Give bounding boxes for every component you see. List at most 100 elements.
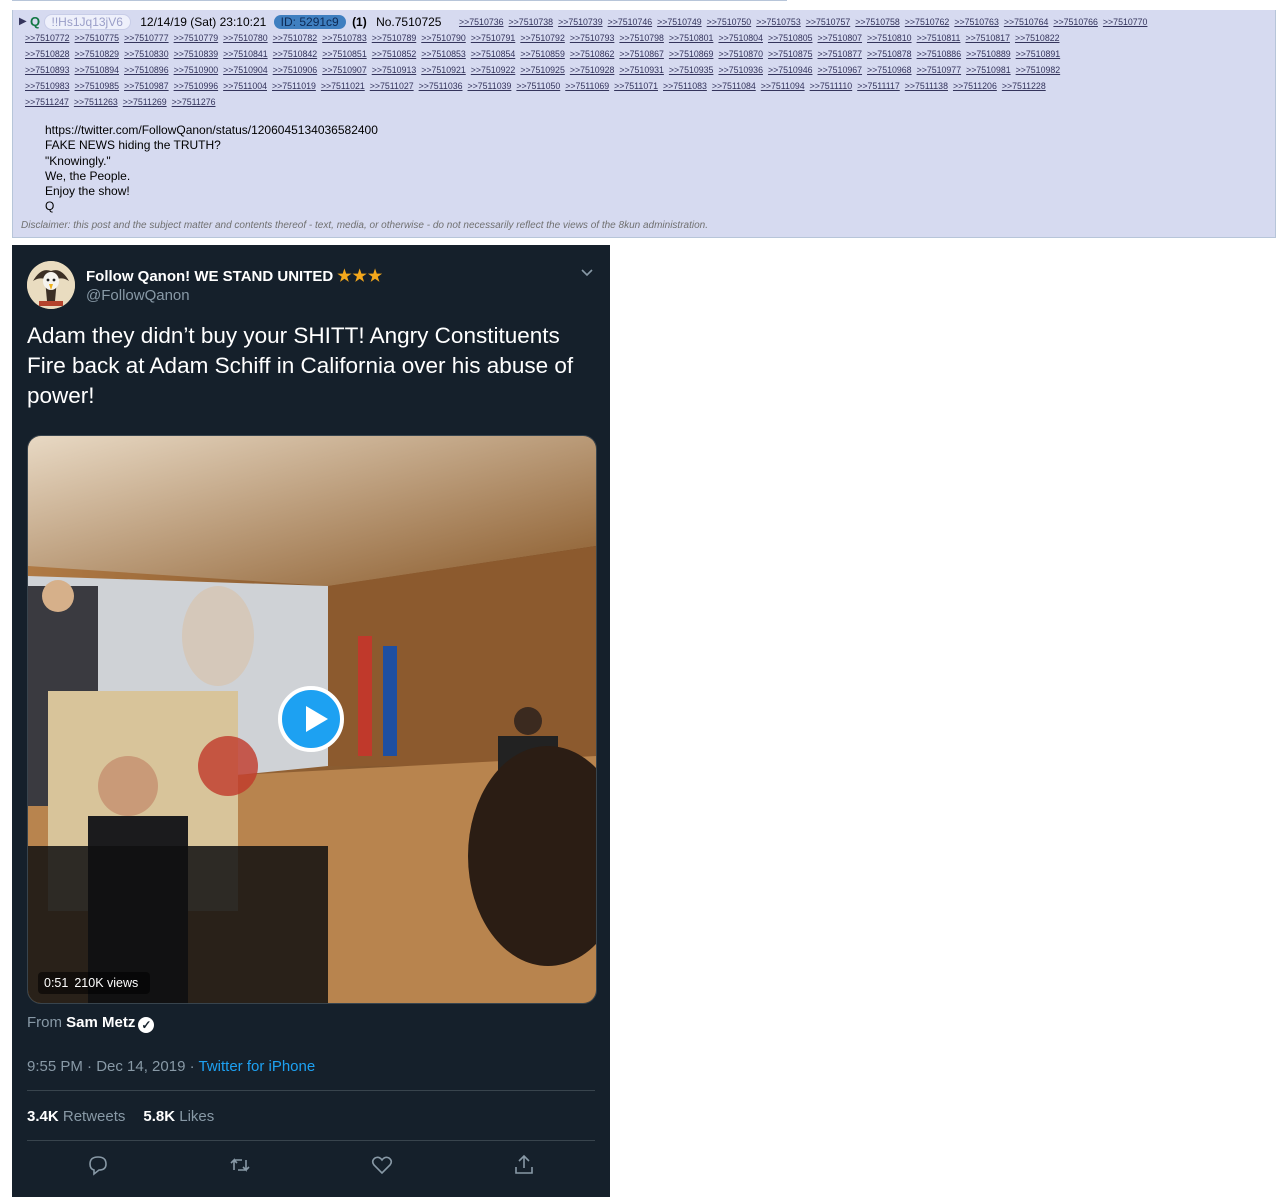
chevron-down-icon[interactable] [580, 265, 594, 281]
backlink[interactable]: >>7510968 [867, 65, 912, 75]
backlink[interactable]: >>7510853 [421, 49, 466, 59]
backlink[interactable]: >>7510907 [322, 65, 367, 75]
backlink[interactable]: >>7510867 [619, 49, 664, 59]
backlink[interactable]: >>7510793 [570, 33, 615, 43]
retweets-count[interactable]: 3.4K [27, 1108, 59, 1125]
backlink[interactable]: >>7510983 [25, 81, 70, 91]
backlink[interactable]: >>7511019 [272, 81, 316, 91]
backlink[interactable]: >>7510830 [124, 49, 169, 59]
backlink[interactable]: >>7511094 [761, 81, 805, 91]
tweet-timestamp[interactable]: 9:55 PM · Dec 14, 2019 · [27, 1058, 198, 1075]
backlink[interactable]: >>7510783 [322, 33, 367, 43]
backlink[interactable]: >>7510870 [718, 49, 763, 59]
backlink[interactable]: >>7510790 [421, 33, 466, 43]
backlink[interactable]: >>7510805 [768, 33, 813, 43]
backlink[interactable]: >>7510851 [322, 49, 367, 59]
backlink[interactable]: >>7511021 [321, 81, 365, 91]
video-player[interactable]: 0:51 210K views [27, 435, 597, 1004]
backlink[interactable]: >>7511084 [712, 81, 756, 91]
backlink[interactable]: >>7510792 [520, 33, 565, 43]
backlink[interactable]: >>7510900 [174, 65, 219, 75]
backlink[interactable]: >>7510906 [273, 65, 318, 75]
backlink[interactable]: >>7511269 [123, 97, 167, 107]
backlink[interactable]: >>7510896 [124, 65, 169, 75]
backlink[interactable]: >>7510891 [1016, 49, 1061, 59]
backlink[interactable]: >>7510922 [471, 65, 516, 75]
backlink[interactable]: >>7510810 [867, 33, 912, 43]
backlink[interactable]: >>7510801 [669, 33, 714, 43]
backlink[interactable]: >>7510889 [966, 49, 1011, 59]
avatar[interactable] [27, 261, 75, 309]
retweet-icon[interactable] [228, 1153, 252, 1177]
backlink[interactable]: >>7510869 [669, 49, 714, 59]
backlink[interactable]: >>7510772 [25, 33, 70, 43]
backlink[interactable]: >>7511027 [370, 81, 414, 91]
play-button[interactable] [278, 686, 344, 752]
backlink[interactable]: >>7510782 [273, 33, 318, 43]
backlink[interactable]: >>7511083 [663, 81, 707, 91]
backlink[interactable]: >>7510804 [718, 33, 763, 43]
backlink[interactable]: >>7510789 [372, 33, 417, 43]
backlink[interactable]: >>7511117 [857, 81, 900, 91]
backlink[interactable]: >>7510893 [25, 65, 70, 75]
backlink[interactable]: >>7511247 [25, 97, 69, 107]
from-user-link[interactable]: Sam Metz [66, 1014, 135, 1031]
backlink[interactable]: >>7510931 [619, 65, 664, 75]
backlink[interactable]: >>7510977 [917, 65, 962, 75]
backlink[interactable]: >>7510878 [867, 49, 912, 59]
likes-label[interactable]: Likes [179, 1108, 214, 1125]
backlink[interactable]: >>7510852 [372, 49, 417, 59]
backlink[interactable]: >>7510982 [1016, 65, 1061, 75]
backlink[interactable]: >>7510987 [124, 81, 169, 91]
backlink[interactable]: >>7510936 [718, 65, 763, 75]
backlink[interactable]: >>7511050 [516, 81, 560, 91]
backlink[interactable]: >>7511004 [223, 81, 267, 91]
backlink[interactable]: >>7511276 [172, 97, 216, 107]
backlink[interactable]: >>7511228 [1002, 81, 1046, 91]
backlink[interactable]: >>7510935 [669, 65, 714, 75]
backlink[interactable]: >>7510798 [619, 33, 664, 43]
backlink[interactable]: >>7510928 [570, 65, 615, 75]
share-icon[interactable] [512, 1153, 536, 1177]
backlink[interactable]: >>7510807 [818, 33, 863, 43]
user-handle[interactable]: @FollowQanon [86, 287, 190, 304]
backlink[interactable]: >>7510904 [223, 65, 268, 75]
backlink[interactable]: >>7510817 [965, 33, 1010, 43]
backlink[interactable]: >>7511069 [565, 81, 609, 91]
display-name[interactable]: Follow Qanon! WE STAND UNITED ★★★ [86, 266, 383, 286]
backlink[interactable]: >>7511138 [905, 81, 948, 91]
likes-count[interactable]: 5.8K [143, 1108, 175, 1125]
backlink[interactable]: >>7511071 [614, 81, 658, 91]
backlink[interactable]: >>7510777 [124, 33, 169, 43]
backlink[interactable]: >>7510854 [471, 49, 516, 59]
backlink[interactable]: >>7510875 [768, 49, 813, 59]
retweets-label[interactable]: Retweets [63, 1108, 126, 1125]
backlink[interactable]: >>7510822 [1015, 33, 1060, 43]
backlink[interactable]: >>7510839 [174, 49, 219, 59]
backlink[interactable]: >>7510775 [75, 33, 120, 43]
tweet-source-link[interactable]: Twitter for iPhone [198, 1058, 315, 1075]
backlink[interactable]: >>7511039 [468, 81, 512, 91]
backlink[interactable]: >>7510996 [174, 81, 219, 91]
backlink[interactable]: >>7510829 [75, 49, 120, 59]
backlink[interactable]: >>7511206 [953, 81, 997, 91]
backlink[interactable]: >>7510967 [818, 65, 863, 75]
backlink[interactable]: >>7511036 [419, 81, 463, 91]
backlink[interactable]: >>7510886 [917, 49, 962, 59]
backlink[interactable]: >>7510862 [570, 49, 615, 59]
backlink[interactable]: >>7510946 [768, 65, 813, 75]
backlink[interactable]: >>7510859 [520, 49, 565, 59]
backlink[interactable]: >>7511110 [810, 81, 853, 91]
backlink[interactable]: >>7510779 [174, 33, 219, 43]
backlink[interactable]: >>7510921 [421, 65, 466, 75]
backlink[interactable]: >>7510877 [818, 49, 863, 59]
backlink[interactable]: >>7510811 [917, 33, 961, 43]
tweet-url-link[interactable]: https://twitter.com/FollowQanon/status/1… [45, 123, 378, 137]
backlink[interactable]: >>7510913 [372, 65, 417, 75]
backlink[interactable]: >>7510842 [273, 49, 318, 59]
backlink[interactable]: >>7510780 [223, 33, 268, 43]
like-icon[interactable] [370, 1153, 394, 1177]
backlink[interactable]: >>7510981 [966, 65, 1011, 75]
backlink[interactable]: >>7510841 [223, 49, 268, 59]
backlink[interactable]: >>7511263 [74, 97, 118, 107]
